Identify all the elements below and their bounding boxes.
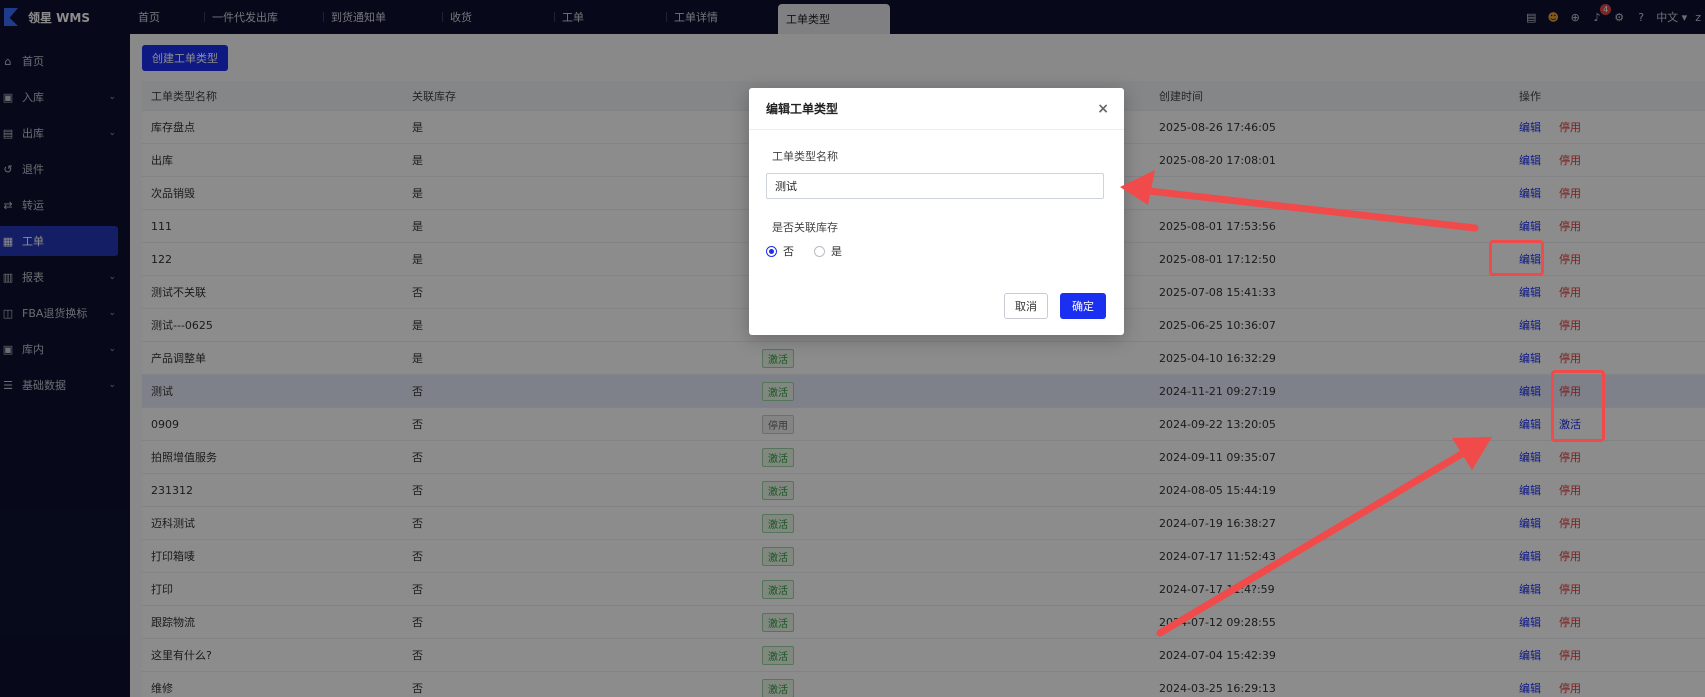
radio-no[interactable]: 否: [766, 243, 794, 259]
stock-radio-group: 否 是: [766, 243, 842, 259]
stock-label: 是否关联库存: [772, 221, 838, 234]
close-icon[interactable]: ×: [1097, 101, 1109, 117]
radio-yes-dot[interactable]: [814, 245, 825, 257]
radio-yes[interactable]: 是: [814, 243, 842, 259]
radio-yes-label: 是: [831, 245, 842, 258]
radio-no-dot[interactable]: [766, 245, 777, 257]
annotation-box-status: [1551, 370, 1605, 442]
edit-workorder-type-modal: 编辑工单类型 × 工单类型名称 测试 是否关联库存 否 是 取消 确定: [749, 88, 1124, 335]
annotation-box-edit: [1489, 240, 1544, 276]
modal-title: 编辑工单类型: [766, 102, 839, 116]
name-label: 工单类型名称: [772, 150, 838, 163]
confirm-button[interactable]: 确定: [1060, 293, 1106, 319]
modal-header: 编辑工单类型 ×: [749, 88, 1124, 130]
name-input[interactable]: 测试: [766, 173, 1104, 199]
radio-no-label: 否: [783, 245, 794, 258]
cancel-button[interactable]: 取消: [1004, 293, 1048, 319]
